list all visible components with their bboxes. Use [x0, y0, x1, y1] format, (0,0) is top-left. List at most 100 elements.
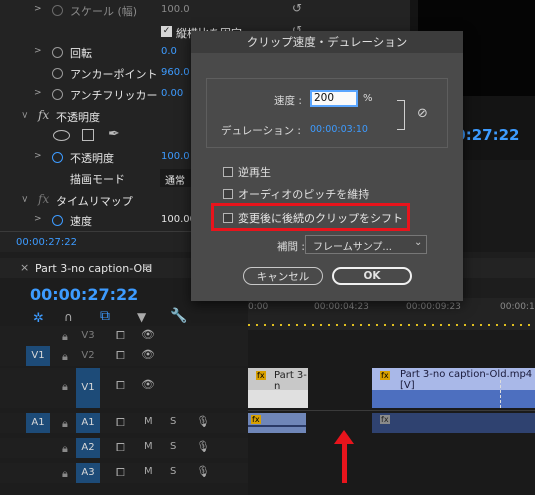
annotation-arrow-head — [334, 430, 354, 444]
link-icon[interactable]: ⊘ — [417, 106, 428, 121]
stopwatch-icon[interactable] — [52, 47, 63, 58]
lock-icon[interactable]: 🔒︎ — [62, 467, 68, 481]
fx-badge-icon: fx — [256, 371, 266, 380]
effect-controls-timecode[interactable]: 00:00:27:22 — [16, 237, 77, 248]
solo-button[interactable]: S — [170, 466, 176, 477]
track-name[interactable]: V2 — [76, 346, 100, 366]
reverse-checkbox[interactable] — [223, 167, 233, 177]
solo-button[interactable]: S — [170, 416, 176, 427]
blend-mode-label: 描画モード — [70, 173, 125, 186]
stopwatch-icon[interactable] — [52, 215, 63, 226]
rotation-value[interactable]: 0.0 — [161, 46, 177, 57]
microphone-icon[interactable]: 🎙︎ — [196, 465, 210, 478]
eye-icon[interactable]: 👁︎ — [141, 348, 155, 361]
eye-icon[interactable]: 👁︎ — [141, 328, 155, 341]
nest-icon[interactable]: ✲ — [33, 311, 44, 326]
track-v1: 🔒︎ V1 ⧠ 👁︎ — [0, 368, 248, 408]
expand-arrow-icon[interactable]: > — [34, 46, 42, 56]
mute-button[interactable]: M — [144, 441, 153, 452]
collapse-arrow-icon[interactable]: > — [19, 195, 29, 203]
track-name[interactable]: A1 — [76, 413, 100, 433]
blend-mode-dropdown[interactable]: 通常 — [160, 169, 192, 187]
source-patch[interactable]: A1 — [26, 413, 50, 433]
stopwatch-icon[interactable] — [52, 68, 63, 79]
lock-icon[interactable]: 🔒︎ — [62, 417, 68, 431]
anti-flicker-value[interactable]: 0.00 — [161, 88, 183, 99]
solo-button[interactable]: S — [170, 441, 176, 452]
playhead-line[interactable] — [500, 380, 502, 408]
sync-lock-icon[interactable]: ⧠ — [116, 379, 125, 393]
sync-lock-icon[interactable]: ⧠ — [116, 466, 125, 480]
timeline-timecode[interactable]: 00:00:27:22 — [30, 285, 138, 304]
lock-icon[interactable]: 🔒︎ — [62, 350, 68, 364]
maintain-pitch-checkbox[interactable] — [223, 189, 233, 199]
ripple-edit-checkbox[interactable] — [223, 213, 233, 223]
sync-lock-icon[interactable]: ⧠ — [116, 416, 125, 430]
uniform-scale-checkbox[interactable]: ✓ — [161, 26, 172, 37]
sequence-tab[interactable]: Part 3-no caption-Old — [35, 262, 152, 275]
stopwatch-icon[interactable] — [52, 5, 63, 16]
divider — [248, 410, 535, 411]
video-clip[interactable]: fx Part 3-n — [248, 368, 308, 408]
linked-selection-icon[interactable]: ⧉ — [100, 308, 110, 324]
mute-button[interactable]: M — [144, 466, 153, 477]
scale-width-label: スケール (幅) — [70, 5, 138, 18]
clip-name: Part 3-n — [274, 370, 307, 392]
rectangle-mask-icon[interactable] — [82, 129, 94, 141]
audio-clip[interactable]: fx — [248, 413, 306, 433]
interpolation-label: 補間 : — [277, 241, 305, 253]
wrench-icon[interactable]: 🔧 — [170, 308, 187, 324]
sync-lock-icon[interactable]: ⧠ — [116, 329, 125, 343]
ok-button[interactable]: OK — [332, 267, 412, 285]
audio-clip[interactable]: fx — [372, 413, 535, 433]
stopwatch-icon[interactable] — [52, 89, 63, 100]
sync-lock-icon[interactable]: ⧠ — [116, 349, 125, 363]
ruler-label: 00:00:09:23 — [406, 302, 461, 312]
track-v3: 🔒︎ V3 ⧠ 👁︎ — [0, 326, 248, 346]
reset-icon[interactable]: ↺ — [292, 1, 302, 15]
track-v2: V1 🔒︎ V2 ⧠ 👁︎ — [0, 346, 248, 366]
expand-arrow-icon[interactable]: > — [34, 4, 42, 14]
stopwatch-icon[interactable] — [52, 152, 63, 163]
expand-arrow-icon[interactable]: > — [34, 88, 42, 98]
speed-label: 速度 — [70, 215, 92, 228]
marker-icon[interactable]: ▼ — [137, 310, 146, 324]
track-name[interactable]: A2 — [76, 438, 100, 458]
lock-icon[interactable]: 🔒︎ — [62, 330, 68, 344]
source-patch[interactable]: V1 — [26, 346, 50, 366]
cancel-button[interactable]: キャンセル — [243, 267, 323, 285]
fx-badge-icon[interactable]: fx — [38, 108, 49, 122]
lock-icon[interactable]: 🔒︎ — [62, 442, 68, 456]
collapse-arrow-icon[interactable]: > — [19, 111, 29, 119]
pen-tool-icon[interactable]: ✒ — [108, 126, 120, 142]
video-clip[interactable]: fx Part 3-no caption-Old.mp4 [V] — [372, 368, 535, 408]
close-icon[interactable]: × — [20, 261, 29, 274]
snap-magnet-icon[interactable]: ∩ — [64, 310, 73, 324]
expand-arrow-icon[interactable]: > — [34, 214, 42, 224]
speed-input[interactable]: 200 — [310, 90, 358, 107]
microphone-icon[interactable]: 🎙︎ — [196, 440, 210, 453]
chevron-down-icon: ⌄ — [414, 237, 423, 248]
interpolation-dropdown[interactable]: フレームサンプ... ⌄ — [305, 235, 427, 254]
fx-badge-icon[interactable]: fx — [38, 192, 49, 206]
track-name[interactable]: A3 — [76, 463, 100, 483]
work-area-bar — [248, 324, 535, 326]
time-ruler[interactable]: 0:00 00:00:04:23 00:00:09:23 00:00:14:23 — [248, 298, 535, 330]
dialog-title: クリップ速度・デュレーション — [191, 31, 463, 53]
expand-arrow-icon[interactable]: > — [34, 151, 42, 161]
duration-value[interactable]: 00:00:03:10 — [310, 124, 368, 135]
track-name[interactable]: V3 — [76, 326, 100, 346]
hamburger-icon[interactable]: ≡ — [142, 260, 152, 274]
sync-lock-icon[interactable]: ⧠ — [116, 441, 125, 455]
lock-icon[interactable]: 🔒︎ — [62, 380, 68, 394]
anchor-x-value[interactable]: 960.0 — [161, 67, 190, 78]
ellipse-mask-icon[interactable] — [53, 130, 70, 141]
clip-thumbnail — [248, 390, 308, 408]
reverse-label: 逆再生 — [238, 166, 271, 179]
eye-icon[interactable]: 👁︎ — [141, 378, 155, 391]
time-remap-section-label: タイムリマップ — [56, 195, 133, 208]
scale-width-value[interactable]: 100.0 — [161, 4, 190, 15]
mute-button[interactable]: M — [144, 416, 153, 427]
microphone-icon[interactable]: 🎙︎ — [196, 415, 210, 428]
track-name[interactable]: V1 — [76, 368, 100, 408]
